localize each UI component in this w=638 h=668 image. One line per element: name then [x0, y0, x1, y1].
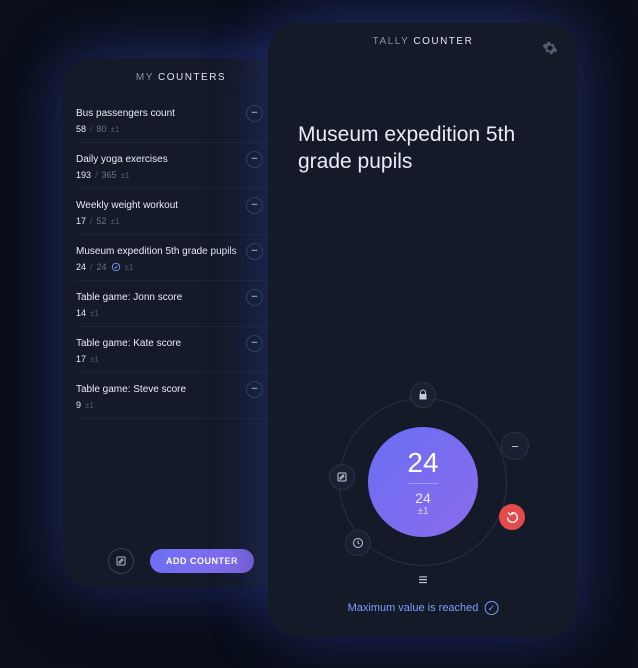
minus-icon: −: [251, 292, 257, 303]
counter-title: Bus passengers count: [76, 108, 175, 119]
minus-icon: −: [511, 439, 519, 454]
decrement-button[interactable]: −: [246, 335, 263, 352]
minus-icon: −: [251, 200, 257, 211]
counter-name: Museum expedition 5th grade pupils: [268, 61, 578, 176]
minus-icon: −: [251, 338, 257, 349]
counter-subtitle: 9 ±1: [76, 400, 286, 410]
header: TALLY COUNTER: [268, 22, 578, 61]
minus-icon: −: [251, 246, 257, 257]
decrement-button[interactable]: −: [246, 381, 263, 398]
phone-list-screen: MY COUNTERS Bus passengers count − + 58 …: [62, 58, 300, 588]
counter-title: Table game: Jonn score: [76, 292, 182, 303]
counter-title: Museum expedition 5th grade pupils: [76, 246, 237, 257]
counter-row[interactable]: Bus passengers count − + 58 / 80 ±1: [76, 97, 286, 143]
header: MY COUNTERS: [62, 58, 300, 97]
counter-subtitle: 17 / 52 ±1: [76, 216, 286, 226]
page-title: TALLY COUNTER: [373, 36, 474, 47]
dial-count: 24: [407, 447, 438, 479]
counter-title: Weekly weight workout: [76, 200, 178, 211]
decrement-button[interactable]: −: [501, 432, 529, 460]
settings-button[interactable]: [542, 40, 558, 61]
counter-title: Daily yoga exercises: [76, 154, 168, 165]
counter-subtitle: 14 ±1: [76, 308, 286, 318]
counter-row[interactable]: Table game: Steve score − + 9 ±1: [76, 373, 286, 419]
minus-icon: −: [251, 384, 257, 395]
gear-icon: [542, 40, 558, 56]
dial-target: 24: [415, 490, 431, 506]
lock-icon: [417, 389, 429, 401]
counter-row[interactable]: Table game: Jonn score − + 14 ±1: [76, 281, 286, 327]
counter-title: Table game: Steve score: [76, 384, 186, 395]
counter-subtitle: 24 / 24 ±1: [76, 262, 286, 272]
counter-row[interactable]: Museum expedition 5th grade pupils − + 2…: [76, 235, 286, 281]
edit-icon: [115, 555, 127, 567]
minus-icon: −: [251, 108, 257, 119]
counter-title: Table game: Kate score: [76, 338, 181, 349]
menu-button[interactable]: ≡: [410, 568, 436, 594]
lock-button[interactable]: [410, 382, 436, 408]
decrement-button[interactable]: −: [246, 243, 263, 260]
decrement-button[interactable]: −: [246, 151, 263, 168]
title-accent: COUNTERS: [158, 72, 226, 83]
menu-icon: ≡: [418, 572, 427, 590]
increment-dial[interactable]: 24 24 ±1: [368, 427, 478, 537]
counter-subtitle: 17 ±1: [76, 354, 286, 364]
decrement-button[interactable]: −: [246, 289, 263, 306]
counter-subtitle: 58 / 80 ±1: [76, 124, 286, 134]
bottom-toolbar: ADD COUNTER: [62, 548, 300, 574]
reset-icon: [506, 511, 519, 524]
check-circle-icon: [111, 262, 121, 272]
dial-step: ±1: [417, 506, 428, 517]
edit-counter-button[interactable]: [329, 464, 355, 490]
title-prefix: TALLY: [373, 36, 414, 47]
counter-row[interactable]: Table game: Kate score − + 17 ±1: [76, 327, 286, 373]
dial-area: 24 24 ±1 − ≡: [293, 352, 553, 612]
status-text: Maximum value is reached: [348, 602, 479, 614]
minus-icon: −: [251, 154, 257, 165]
page-title: MY COUNTERS: [136, 72, 226, 83]
decrement-button[interactable]: −: [246, 197, 263, 214]
edit-icon: [336, 471, 348, 483]
clock-icon: [352, 537, 364, 549]
decrement-button[interactable]: −: [246, 105, 263, 122]
counter-row[interactable]: Weekly weight workout − + 17 / 52 ±1: [76, 189, 286, 235]
counter-row[interactable]: Daily yoga exercises − + 193 / 365 ±1: [76, 143, 286, 189]
title-accent: COUNTER: [413, 36, 473, 47]
reset-button[interactable]: [499, 504, 525, 530]
add-counter-button[interactable]: ADD COUNTER: [150, 549, 254, 573]
dial-divider: [408, 483, 438, 484]
check-circle-icon: ✓: [484, 601, 498, 615]
phone-detail-screen: TALLY COUNTER Museum expedition 5th grad…: [268, 22, 578, 637]
edit-list-button[interactable]: [108, 548, 134, 574]
history-button[interactable]: [345, 530, 371, 556]
title-prefix: MY: [136, 72, 158, 83]
counter-subtitle: 193 / 365 ±1: [76, 170, 286, 180]
counter-list: Bus passengers count − + 58 / 80 ±1 Dail…: [62, 97, 300, 419]
status-message: Maximum value is reached ✓: [348, 601, 499, 615]
